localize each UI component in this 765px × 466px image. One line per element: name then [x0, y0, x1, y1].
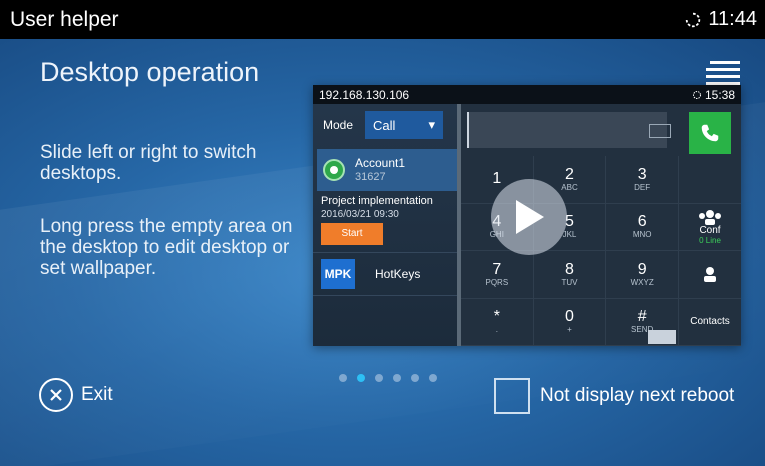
preview-meeting-title: Project implementation: [321, 195, 433, 207]
preview-account: Account1 31627: [317, 149, 457, 191]
preview-contacts-icon-cell: [679, 251, 741, 299]
preview-status-bar: 192.168.130.106 15:38: [313, 85, 741, 104]
close-icon: [39, 378, 73, 412]
not-display-label: Not display next reboot: [540, 385, 735, 406]
preview-mode-select: Call ▾: [365, 111, 444, 139]
preview-account-number: 31627: [355, 171, 386, 183]
conference-icon: [699, 209, 721, 225]
preview-key: 7 PQRS: [461, 251, 534, 299]
preview-side-blank: [679, 156, 741, 204]
sync-icon: [686, 12, 701, 27]
preview-key-letters: WXYZ: [630, 277, 654, 287]
status-bar: User helper 11:44: [0, 0, 765, 39]
contacts-label: Contacts: [690, 316, 730, 328]
phone-call-icon: [689, 112, 731, 154]
page-dot[interactable]: [357, 374, 365, 382]
exit-button[interactable]: Exit: [39, 378, 113, 412]
hamburger-icon[interactable]: [706, 61, 740, 87]
preview-key-digit: #: [637, 308, 647, 326]
preview-key-digit: 9: [637, 260, 647, 278]
instruction-switch-desktops: Slide left or right to switch desktops.: [40, 142, 257, 184]
preview-mode-row: Mode Call ▾: [313, 104, 457, 146]
page-dot[interactable]: [429, 374, 437, 382]
backspace-icon: [649, 124, 671, 138]
preview-mode-value: Call: [373, 117, 396, 133]
page-dot[interactable]: [393, 374, 401, 382]
preview-key-digit: 2: [565, 165, 574, 183]
preview-account-name: Account1: [355, 156, 406, 170]
conf-label: Conf: [699, 224, 721, 236]
play-button[interactable]: [491, 179, 567, 255]
preview-key: 0 +: [533, 298, 607, 346]
preview-key-digit: 7: [492, 260, 502, 278]
preview-key-digit: *: [493, 308, 500, 326]
preview-hotkeys-row: MPK HotKeys: [313, 252, 457, 296]
preview-key-letters: MNO: [632, 230, 652, 240]
preview-key: *.: [461, 298, 534, 346]
preview-key-letters: DEF: [634, 182, 651, 192]
instruction-edit-desktop: Long press the empty area on the desktop…: [40, 216, 293, 279]
preview-key-letters: +: [567, 325, 572, 335]
preview-key-letters: ABC: [561, 182, 578, 192]
preview-dial-input: [467, 112, 667, 148]
mpk-badge: MPK: [321, 259, 355, 289]
preview-key: 9 WXYZ: [606, 251, 679, 299]
account-avatar-icon: [323, 159, 345, 181]
preview-key: 6 MNO: [606, 203, 679, 251]
preview-key-digit: 6: [637, 213, 647, 231]
preview-meeting: Project implementation 2016/03/21 09:30: [321, 195, 433, 221]
page-title: Desktop operation: [40, 57, 260, 87]
status-time: 11:44: [708, 8, 757, 30]
preview-start-button: Start: [321, 223, 383, 245]
status-right: 11:44: [684, 8, 757, 31]
chevron-up-icon: [648, 330, 676, 344]
preview-key-digit: 1: [492, 170, 502, 188]
preview-keypad: 12ABC3DEF4GHI5JKL6MNO7PQRS8TUV9WXYZ*.0+#…: [461, 156, 679, 346]
preview-key: 3 DEF: [606, 156, 679, 204]
conf-sub-label: 0 Line: [699, 235, 721, 245]
preview-key-letters: JKL: [562, 230, 577, 240]
chevron-down-icon: ▾: [428, 117, 436, 132]
preview-ip: 192.168.130.106: [319, 87, 410, 102]
not-display-next-reboot: Not display next reboot: [494, 378, 734, 414]
app-title: User helper: [10, 7, 119, 31]
preview-key-digit: 3: [637, 165, 647, 183]
preview-key-digit: 8: [565, 260, 574, 278]
preview-mode-label: Mode: [323, 118, 354, 132]
preview-hotkeys-label: HotKeys: [375, 267, 421, 281]
preview-key-letters: PQRS: [485, 277, 509, 287]
preview-time: 15:38: [704, 87, 735, 102]
page-indicator: [339, 374, 437, 382]
preview-key-letters: TUV: [561, 277, 578, 287]
preview-side-actions: Conf 0 Line Contacts: [679, 156, 741, 346]
preview-contacts: Contacts: [679, 299, 741, 346]
exit-label: Exit: [81, 384, 113, 405]
page-dot[interactable]: [411, 374, 419, 382]
page-dot[interactable]: [339, 374, 347, 382]
preview-left-panel: Mode Call ▾ Account1 31627 Project imple…: [313, 104, 457, 346]
preview-meeting-time: 2016/03/21 09:30: [321, 209, 399, 220]
play-icon: [516, 200, 544, 234]
not-display-checkbox[interactable]: [494, 378, 530, 414]
preview-conf: Conf 0 Line: [679, 204, 741, 251]
preview-key-digit: 0: [565, 308, 574, 326]
contact-person-icon: [704, 267, 716, 283]
preview-sync-icon: [692, 90, 701, 99]
page-dot[interactable]: [375, 374, 383, 382]
preview-key-letters: .: [495, 325, 498, 335]
preview-key: 8 TUV: [533, 251, 607, 299]
